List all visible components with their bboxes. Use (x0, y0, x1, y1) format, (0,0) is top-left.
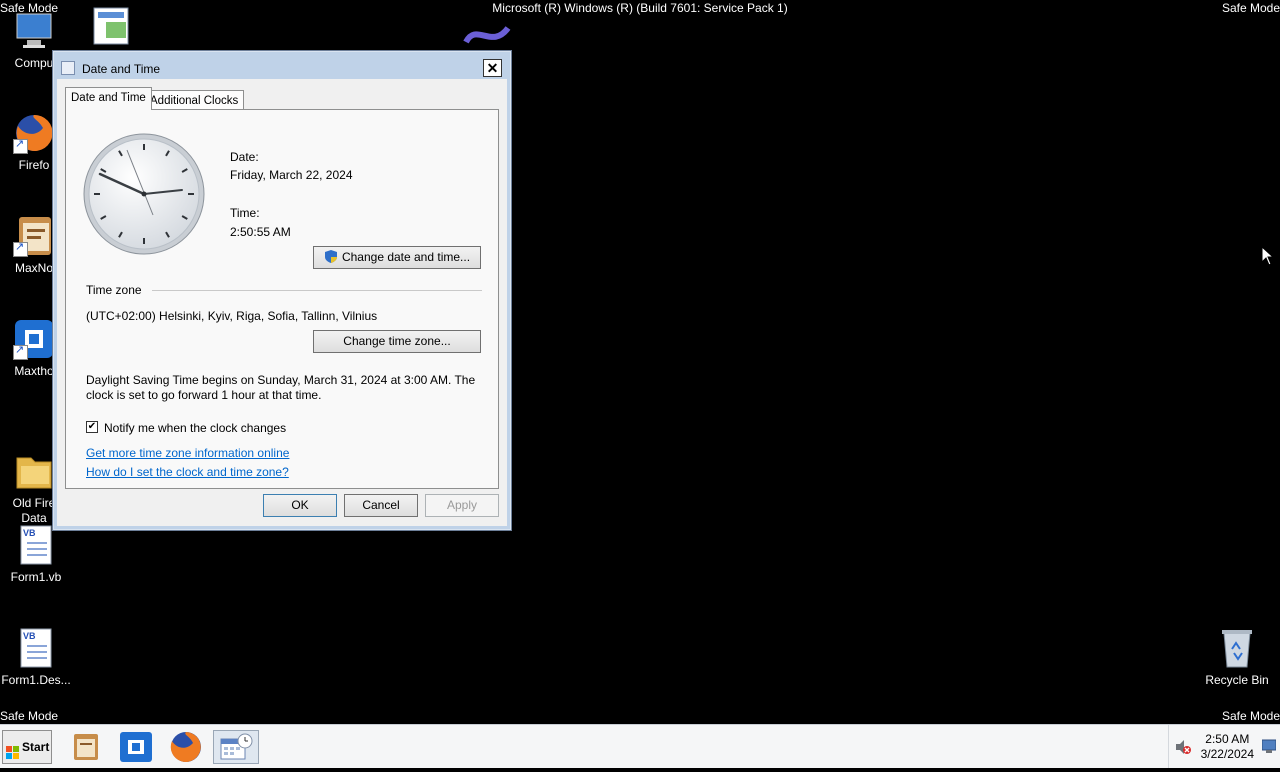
notepad-icon (74, 734, 98, 760)
desktop-icon-label: Maxtho (14, 364, 54, 378)
notify-checkbox[interactable]: ✔ (86, 421, 98, 433)
calendar-clock-icon (220, 733, 253, 760)
desktop-icon-form1-designer[interactable]: VB Form1.Des... (0, 627, 74, 688)
date-value: Friday, March 22, 2024 (230, 168, 353, 182)
taskbar: Start 2:50 AM 3/22/2024 (0, 724, 1280, 768)
desktop-icon-label: Form1.Des... (1, 673, 71, 687)
change-date-time-button[interactable]: Change date and time... (313, 246, 481, 269)
safe-mode-label-bottom-right: Safe Mode (1221, 709, 1280, 723)
date-label: Date: (230, 150, 259, 164)
mouse-cursor-icon (1261, 245, 1275, 269)
shortcut-arrow-icon (13, 343, 28, 360)
analog-clock (82, 132, 206, 256)
recycle-bin-icon (1216, 627, 1258, 669)
shortcut-arrow-icon (13, 137, 28, 154)
firefox-icon (170, 732, 201, 762)
dialog-titlebar[interactable]: Date and Time ✕ (53, 51, 511, 79)
cancel-button[interactable]: Cancel (344, 494, 418, 517)
visual-studio-icon[interactable] (462, 20, 512, 52)
safe-mode-label-bottom-left: Safe Mode (0, 709, 59, 723)
svg-text:VB: VB (23, 631, 36, 641)
desktop-icon-recycle-bin[interactable]: Recycle Bin (1199, 627, 1275, 688)
tray-clock[interactable]: 2:50 AM 3/22/2024 (1201, 732, 1254, 762)
vb-file-icon: VB (15, 627, 57, 669)
tab-date-and-time[interactable]: Date and Time (65, 87, 152, 110)
maxthon-icon (120, 732, 152, 762)
tab-panel: Date: Friday, March 22, 2024 Time: 2:50:… (65, 109, 499, 489)
change-timezone-button[interactable]: Change time zone... (313, 330, 481, 353)
taskbar-firefox[interactable] (165, 730, 207, 764)
dialog-title: Date and Time (82, 62, 161, 76)
analog-clock-face (83, 133, 205, 255)
desktop-icon-label: Form1.vb (10, 570, 62, 584)
taskbar-maxthon[interactable] (115, 730, 157, 764)
timezone-separator (152, 290, 482, 291)
picture-document-icon[interactable] (90, 6, 134, 46)
more-timezone-info-link[interactable]: Get more time zone information online (86, 446, 289, 460)
computer-icon (13, 10, 55, 52)
time-label: Time: (230, 206, 260, 220)
apply-button[interactable]: Apply (425, 494, 499, 517)
timezone-heading: Time zone (86, 283, 142, 297)
desktop-icon-form1-vb[interactable]: VB Form1.vb (0, 524, 74, 585)
date-time-app-icon (61, 61, 75, 75)
safe-mode-label-top-right: Safe Mode (1221, 1, 1280, 15)
start-label: Start (22, 740, 50, 754)
os-version-banner: Microsoft (R) Windows (R) (Build 7601: S… (492, 1, 788, 15)
checkmark-icon: ✔ (87, 421, 97, 432)
maxthon-icon (13, 318, 55, 360)
tab-additional-clocks[interactable]: Additional Clocks (144, 90, 245, 111)
notify-label[interactable]: Notify me when the clock changes (104, 421, 286, 435)
start-button[interactable]: Start (2, 730, 52, 764)
close-button[interactable]: ✕ (483, 59, 502, 77)
how-to-set-clock-link[interactable]: How do I set the clock and time zone? (86, 465, 289, 479)
timezone-value: (UTC+02:00) Helsinki, Kyiv, Riga, Sofia,… (86, 309, 378, 323)
shortcut-arrow-icon (13, 240, 28, 257)
desktop-icon-label: Firefo (18, 158, 50, 172)
svg-text:VB: VB (23, 528, 36, 538)
close-icon: ✕ (486, 60, 499, 76)
tray-time: 2:50 AM (1205, 732, 1250, 746)
time-value: 2:50:55 AM (230, 225, 291, 239)
taskbar-maxnotes[interactable] (65, 730, 107, 764)
tray-separator (1168, 725, 1169, 768)
date-time-dialog: Date and Time ✕ Date and Time Additional… (52, 50, 512, 531)
windows-logo-icon (6, 740, 20, 759)
notepad-icon (13, 215, 55, 257)
desktop-icon-label: MaxNo (14, 261, 53, 275)
show-desktop-icon[interactable] (1261, 738, 1277, 754)
volume-muted-icon[interactable] (1174, 738, 1192, 759)
tray-date: 3/22/2024 (1200, 747, 1254, 761)
desktop-icon-label: Old Fire Data (12, 496, 56, 525)
vb-file-icon: VB (15, 524, 57, 566)
dst-info-line-1: Daylight Saving Time begins on Sunday, M… (86, 373, 476, 387)
desktop-icon-label: Compu (14, 56, 54, 70)
firefox-icon (13, 112, 55, 154)
ok-button[interactable]: OK (263, 494, 337, 517)
change-date-time-label: Change date and time... (341, 250, 471, 264)
uac-shield-icon (324, 249, 338, 271)
taskbar-date-time[interactable] (213, 730, 259, 764)
dialog-client-area: Date and Time Additional Clocks Date: Fr… (57, 79, 507, 526)
desktop-icon-label: Recycle Bin (1205, 673, 1269, 687)
folder-icon (13, 435, 55, 489)
dst-info-line-2: clock is set to go forward 1 hour at tha… (86, 388, 322, 402)
